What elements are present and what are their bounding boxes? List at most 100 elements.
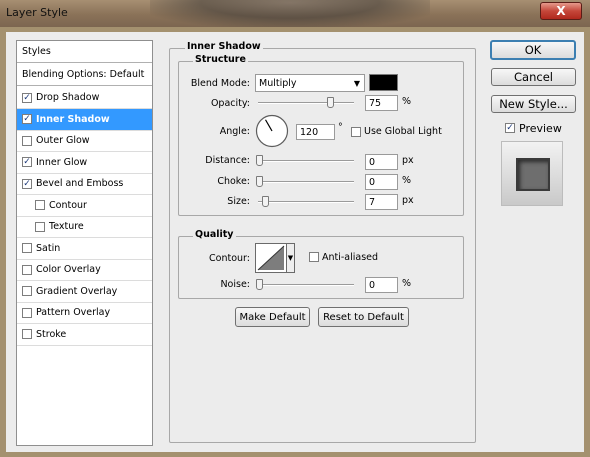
title-bar-background (150, 0, 430, 27)
ok-button[interactable]: OK (490, 40, 576, 60)
style-checkbox[interactable]: ✓ (22, 178, 32, 189)
styles-list: Styles Blending Options: Default ✓ Drop S… (16, 40, 153, 446)
style-item-drop-shadow[interactable]: ✓ Drop Shadow (17, 87, 152, 109)
styles-header-label: Styles (22, 46, 51, 57)
style-checkbox[interactable] (22, 307, 32, 318)
window-title: Layer Style (6, 6, 68, 19)
style-item-label: Satin (36, 242, 61, 254)
noise-unit: % (402, 278, 412, 289)
distance-slider-thumb[interactable] (256, 155, 263, 166)
anti-aliased-checkbox[interactable] (309, 252, 319, 262)
blending-options-item[interactable]: Blending Options: Default (17, 64, 152, 86)
contour-picker[interactable]: ▼ (255, 243, 295, 273)
style-item-color-overlay[interactable]: Color Overlay (17, 259, 152, 281)
opacity-label: Opacity: (210, 98, 250, 109)
style-item-label: Drop Shadow (36, 92, 100, 103)
angle-dial-icon (255, 114, 289, 148)
style-item-bevel-and-emboss[interactable]: ✓ Bevel and Emboss (17, 173, 152, 195)
blend-mode-select[interactable]: Multiply ▼ (255, 74, 365, 92)
angle-input[interactable]: 120 (296, 124, 335, 140)
style-item-label: Pattern Overlay (36, 307, 111, 318)
style-checkbox[interactable] (22, 264, 32, 275)
style-checkbox[interactable] (35, 200, 45, 210)
size-slider-track[interactable] (258, 201, 354, 203)
style-item-texture[interactable]: Texture (17, 216, 152, 238)
close-button[interactable]: X (540, 2, 582, 20)
size-slider-thumb[interactable] (262, 196, 269, 207)
distance-unit: px (402, 155, 414, 166)
style-item-stroke[interactable]: Stroke (17, 324, 152, 346)
preview-swatch (516, 158, 550, 191)
style-item-pattern-overlay[interactable]: Pattern Overlay (17, 302, 152, 324)
distance-value: 0 (369, 156, 376, 168)
opacity-input[interactable]: 75 (365, 95, 398, 111)
choke-slider-thumb[interactable] (256, 176, 263, 187)
style-item-inner-glow[interactable]: ✓ Inner Glow (17, 152, 152, 174)
choke-label: Choke: (217, 176, 250, 187)
style-checkbox[interactable] (22, 135, 32, 146)
style-checkbox[interactable]: ✓ (22, 157, 32, 167)
size-input[interactable]: 7 (365, 194, 398, 210)
style-checkbox[interactable] (22, 243, 32, 253)
noise-slider-track[interactable] (258, 284, 354, 286)
style-item-label: Color Overlay (36, 264, 101, 275)
style-item-gradient-overlay[interactable]: Gradient Overlay (17, 281, 152, 303)
contour-dropdown-arrow-icon[interactable]: ▼ (286, 244, 294, 272)
blend-mode-label: Blend Mode: (190, 78, 250, 89)
style-checkbox[interactable] (22, 286, 32, 296)
choke-value: 0 (369, 176, 376, 188)
distance-slider-track[interactable] (258, 160, 354, 162)
checkmark-icon: ✓ (23, 114, 31, 124)
opacity-unit: % (402, 96, 412, 107)
checkmark-icon: ✓ (506, 123, 514, 133)
ok-label: OK (524, 43, 542, 57)
choke-slider-track[interactable] (258, 181, 354, 183)
make-default-button[interactable]: Make Default (235, 307, 310, 327)
choke-unit: % (402, 175, 412, 186)
checkmark-icon: ✓ (23, 178, 31, 189)
angle-label: Angle: (219, 126, 250, 137)
style-item-contour[interactable]: Contour (17, 195, 152, 217)
inner-shadow-title: Inner Shadow (185, 41, 263, 52)
make-default-label: Make Default (239, 311, 306, 323)
noise-input[interactable]: 0 (365, 277, 398, 293)
style-item-satin[interactable]: Satin (17, 238, 152, 260)
style-item-outer-glow[interactable]: Outer Glow (17, 130, 152, 152)
styles-header[interactable]: Styles (17, 41, 152, 63)
choke-input[interactable]: 0 (365, 174, 398, 190)
angle-dial[interactable] (255, 114, 289, 148)
style-checkbox[interactable] (22, 329, 32, 339)
checkmark-icon: ✓ (23, 92, 31, 103)
size-value: 7 (369, 196, 376, 208)
distance-label: Distance: (205, 155, 250, 166)
size-unit: px (402, 195, 414, 206)
opacity-slider-thumb[interactable] (327, 97, 334, 108)
style-item-label: Contour (49, 199, 87, 211)
shadow-color-swatch[interactable] (369, 74, 398, 91)
structure-title: Structure (193, 54, 248, 65)
style-item-label: Bevel and Emboss (36, 178, 124, 189)
new-style-button[interactable]: New Style... (491, 95, 576, 113)
title-bar[interactable]: Layer Style X (0, 0, 590, 27)
style-item-label: Inner Glow (36, 156, 88, 168)
new-style-label: New Style... (499, 97, 568, 111)
style-item-label: Inner Shadow (36, 113, 110, 125)
style-item-inner-shadow[interactable]: ✓ Inner Shadow (17, 108, 152, 131)
opacity-slider-track[interactable] (258, 102, 354, 104)
blending-options-label: Blending Options: Default (22, 69, 145, 80)
style-item-label: Outer Glow (36, 135, 90, 146)
angle-unit: ° (338, 122, 343, 133)
style-checkbox[interactable]: ✓ (22, 92, 32, 103)
cancel-button[interactable]: Cancel (491, 68, 576, 86)
noise-slider-thumb[interactable] (256, 279, 263, 290)
checkmark-icon: ✓ (23, 157, 31, 167)
reset-to-default-button[interactable]: Reset to Default (318, 307, 409, 327)
distance-input[interactable]: 0 (365, 154, 398, 170)
style-checkbox[interactable]: ✓ (22, 114, 32, 124)
anti-aliased-label: Anti-aliased (322, 252, 379, 263)
noise-label: Noise: (220, 279, 250, 290)
style-checkbox[interactable] (35, 221, 45, 232)
preview-checkbox[interactable]: ✓ (505, 123, 515, 133)
style-preview-box (501, 141, 563, 206)
global-light-checkbox[interactable] (351, 127, 361, 137)
